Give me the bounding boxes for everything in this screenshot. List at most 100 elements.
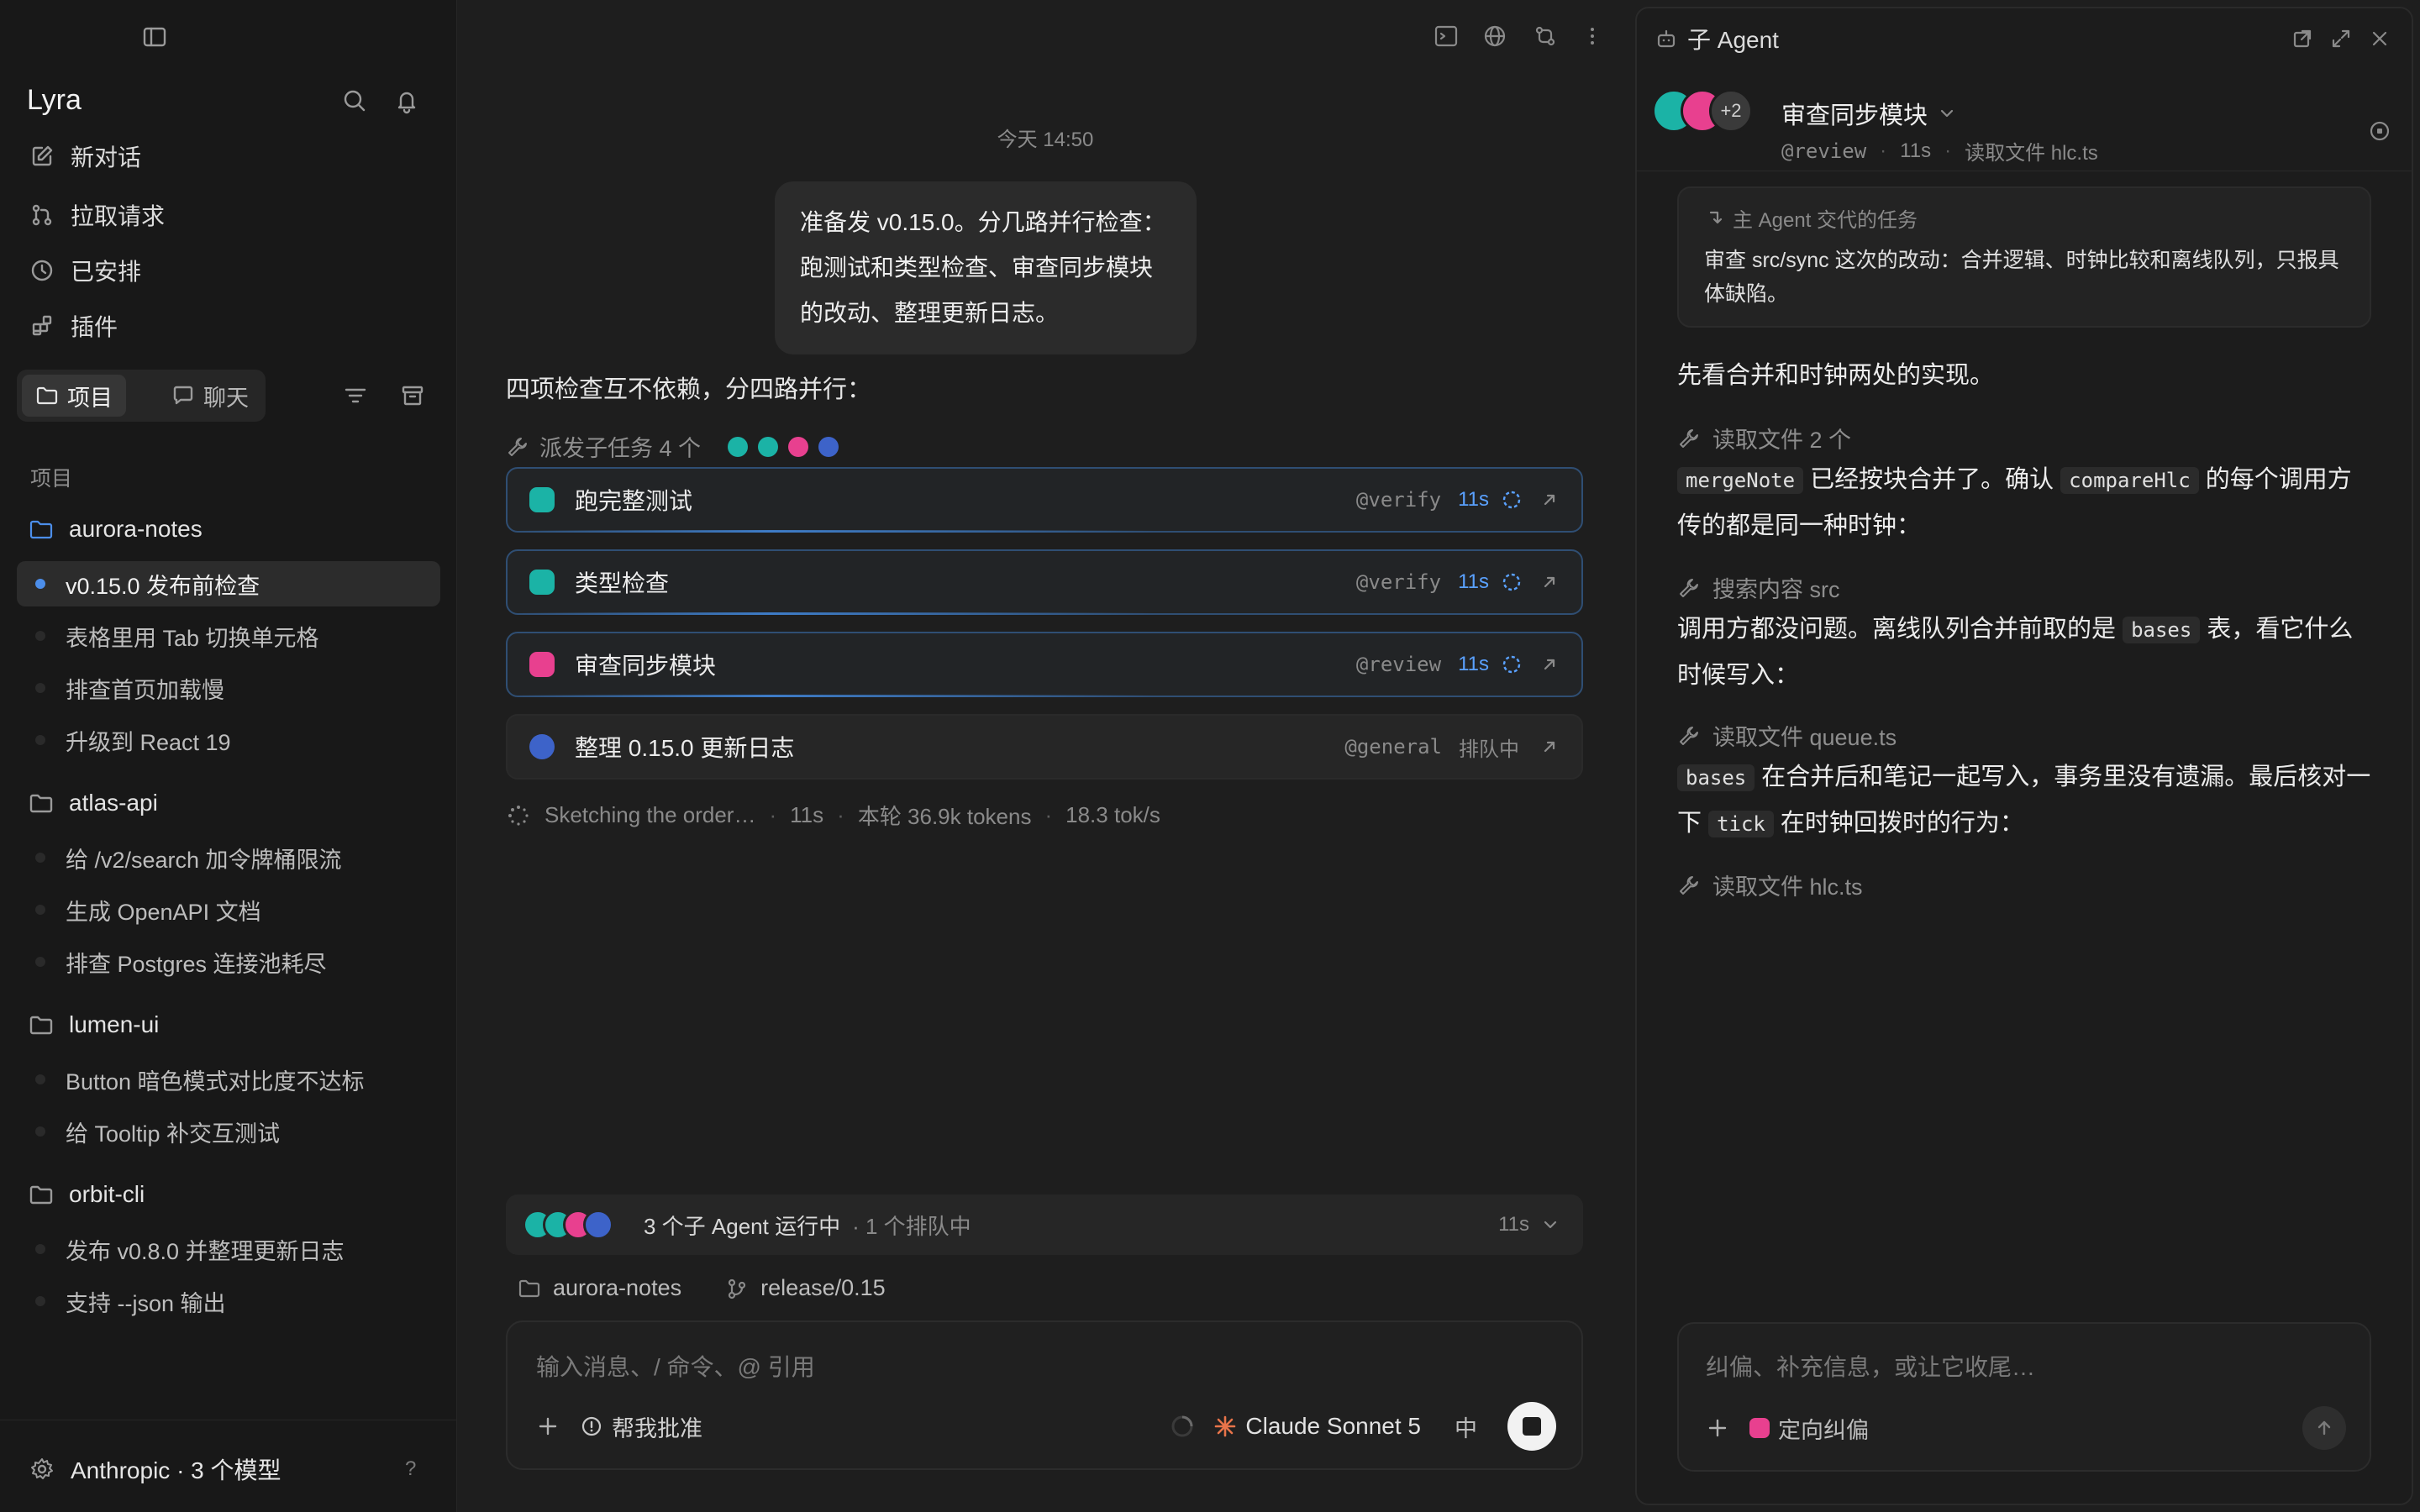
tool-call[interactable]: 读取文件 queue.ts bbox=[1677, 719, 1897, 752]
return-arrow-icon bbox=[1709, 211, 1723, 223]
tool-call[interactable]: 读取文件 2 个 bbox=[1677, 422, 1851, 454]
status-text: Sketching the order… bbox=[544, 802, 756, 827]
message-input[interactable]: 输入消息、/ 命令、@ 引用 bbox=[536, 1349, 815, 1383]
approve-button[interactable]: 帮我批准 bbox=[580, 1410, 702, 1443]
add-attachment-button[interactable] bbox=[524, 1403, 571, 1450]
subtask-agent-tag: @general bbox=[1344, 735, 1442, 759]
thread-dot bbox=[35, 631, 45, 641]
thread-dot bbox=[35, 957, 45, 967]
tab-chats[interactable]: 聊天 bbox=[158, 375, 262, 417]
expand-icon[interactable] bbox=[2329, 27, 2353, 50]
chevron-down-icon bbox=[1940, 109, 1954, 118]
model-selector[interactable]: Claude Sonnet 5 bbox=[1213, 1413, 1421, 1440]
thread-item-active[interactable]: v0.15.0 发布前检查 bbox=[17, 561, 440, 606]
context-project[interactable]: aurora-notes bbox=[553, 1275, 681, 1301]
stop-button[interactable] bbox=[1507, 1402, 1556, 1451]
stop-agent-icon[interactable] bbox=[2368, 119, 2391, 143]
more-agents-badge[interactable]: +2 bbox=[1709, 89, 1753, 133]
thread-item[interactable]: 给 /v2/search 加令牌桶限流 bbox=[17, 835, 440, 880]
subtask-card-queued[interactable]: 整理 0.15.0 更新日志 @general 排队中 bbox=[506, 714, 1583, 780]
plugin-icon bbox=[32, 315, 52, 336]
more-vertical-icon[interactable] bbox=[1578, 22, 1607, 50]
thread-title: v0.15.0 发布前检查 bbox=[66, 573, 260, 599]
open-external-icon[interactable] bbox=[1539, 572, 1560, 592]
section-label: 项目 bbox=[30, 467, 73, 491]
nav-scheduled[interactable]: 已安排 bbox=[29, 247, 141, 294]
open-external-icon[interactable] bbox=[1539, 654, 1560, 675]
steer-input[interactable]: 纠偏、补充信息，或让它收尾… bbox=[1706, 1349, 2035, 1383]
view-switcher: 项目 聊天 bbox=[17, 370, 266, 422]
code-token: bases bbox=[2123, 617, 2201, 643]
subtask-card[interactable]: 类型检查 @verify 11s bbox=[506, 549, 1583, 615]
edit-icon bbox=[32, 145, 53, 166]
subtask-elapsed: 11s bbox=[1458, 570, 1489, 593]
thread-title: Button 暗色模式对比度不达标 bbox=[66, 1068, 365, 1095]
add-attachment-button[interactable] bbox=[1694, 1404, 1741, 1452]
archive-icon[interactable] bbox=[400, 383, 425, 408]
project-atlas-api[interactable]: atlas-api bbox=[29, 781, 158, 825]
tool-call[interactable]: 读取文件 hlc.ts bbox=[1677, 869, 1863, 901]
project-name: lumen-ui bbox=[69, 1011, 160, 1037]
agent-summary: +2 审查同步模块 @review · 11s · 读取文件 hlc.ts bbox=[1637, 71, 2412, 171]
pop-out-icon[interactable] bbox=[2291, 27, 2314, 50]
steer-target-button[interactable]: 定向纠偏 bbox=[1749, 1412, 1869, 1445]
provider-settings[interactable]: Anthropic · 3 个模型 bbox=[29, 1452, 281, 1486]
progress-ring-icon bbox=[1171, 1415, 1193, 1437]
thread-dot bbox=[35, 1074, 45, 1084]
app-title: Lyra bbox=[27, 84, 82, 116]
thread-item[interactable]: 给 Tooltip 补交互测试 bbox=[17, 1109, 440, 1154]
wrench-icon bbox=[1680, 726, 1698, 745]
code-token: mergeNote bbox=[1677, 467, 1804, 494]
agent-avatar-icon bbox=[788, 436, 809, 457]
search-icon[interactable] bbox=[341, 87, 368, 114]
subtask-agent-tag: @review bbox=[1355, 653, 1442, 676]
thread-item[interactable]: 排查首页加载慢 bbox=[17, 665, 440, 711]
tool-call[interactable]: 搜索内容 src bbox=[1677, 571, 1840, 604]
subtask-title: 整理 0.15.0 更新日志 bbox=[575, 735, 795, 761]
user-message: 准备发 v0.15.0。分几路并行检查：跑测试和类型检查、审查同步模块的改动、整… bbox=[775, 181, 1197, 354]
open-external-icon[interactable] bbox=[1539, 737, 1560, 757]
tab-projects[interactable]: 项目 bbox=[22, 375, 126, 417]
spinner-icon bbox=[1502, 573, 1521, 591]
thread-item[interactable]: 生成 OpenAPI 文档 bbox=[17, 887, 440, 932]
thread-item[interactable]: 支持 --json 输出 bbox=[17, 1278, 440, 1324]
globe-icon[interactable] bbox=[1481, 22, 1509, 50]
context-row: aurora-notes release/0.15 bbox=[518, 1275, 886, 1301]
agents-elapsed: 11s bbox=[1498, 1213, 1529, 1236]
thread-item[interactable]: 排查 Postgres 连接池耗尽 bbox=[17, 939, 440, 984]
nav-pull-requests[interactable]: 拉取请求 bbox=[29, 192, 165, 239]
git-compare-icon[interactable] bbox=[1531, 22, 1560, 50]
help-button[interactable]: ? bbox=[405, 1457, 416, 1481]
project-lumen-ui[interactable]: lumen-ui bbox=[29, 1003, 159, 1047]
bell-icon[interactable] bbox=[393, 87, 420, 114]
thread-dot bbox=[35, 1244, 45, 1254]
terminal-icon[interactable] bbox=[1432, 22, 1460, 50]
project-orbit-cli[interactable]: orbit-cli bbox=[29, 1173, 145, 1216]
thread-dot bbox=[35, 1296, 45, 1306]
filter-icon[interactable] bbox=[343, 383, 368, 408]
nav-label: 新对话 bbox=[71, 144, 142, 171]
agent-avatar-icon bbox=[758, 436, 779, 457]
task-meta: @review · 11s · 读取文件 hlc.ts bbox=[1781, 136, 2098, 165]
close-icon[interactable] bbox=[2368, 27, 2391, 50]
language-toggle[interactable]: 中 bbox=[1455, 1410, 1477, 1443]
send-button[interactable] bbox=[2302, 1406, 2346, 1450]
subtask-card[interactable]: 审查同步模块 @review 11s bbox=[506, 632, 1583, 697]
nav-new-chat[interactable]: 新对话 bbox=[29, 133, 141, 180]
chevron-down-icon bbox=[1544, 1221, 1557, 1229]
task-switcher[interactable]: 审查同步模块 bbox=[1781, 96, 1956, 131]
open-external-icon[interactable] bbox=[1539, 490, 1560, 510]
sidebar-toggle-icon[interactable] bbox=[141, 24, 168, 50]
thread-item[interactable]: 发布 v0.8.0 并整理更新日志 bbox=[17, 1226, 440, 1272]
dispatch-label: 派发子任务 4 个 bbox=[539, 436, 702, 461]
subtask-card[interactable]: 跑完整测试 @verify 11s bbox=[506, 467, 1583, 533]
thread-item[interactable]: 升级到 React 19 bbox=[17, 717, 440, 763]
thread-item[interactable]: Button 暗色模式对比度不达标 bbox=[17, 1057, 440, 1102]
context-branch[interactable]: release/0.15 bbox=[760, 1275, 886, 1301]
thread-item[interactable]: 表格里用 Tab 切换单元格 bbox=[17, 613, 440, 659]
info-circle-icon bbox=[581, 1416, 602, 1436]
running-agents-bar[interactable]: 3 个子 Agent 运行中 · 1 个排队中 11s bbox=[506, 1194, 1583, 1255]
project-aurora-notes[interactable]: aurora-notes bbox=[29, 507, 203, 551]
thread-dot bbox=[35, 1126, 45, 1137]
nav-plugins[interactable]: 插件 bbox=[29, 302, 118, 349]
